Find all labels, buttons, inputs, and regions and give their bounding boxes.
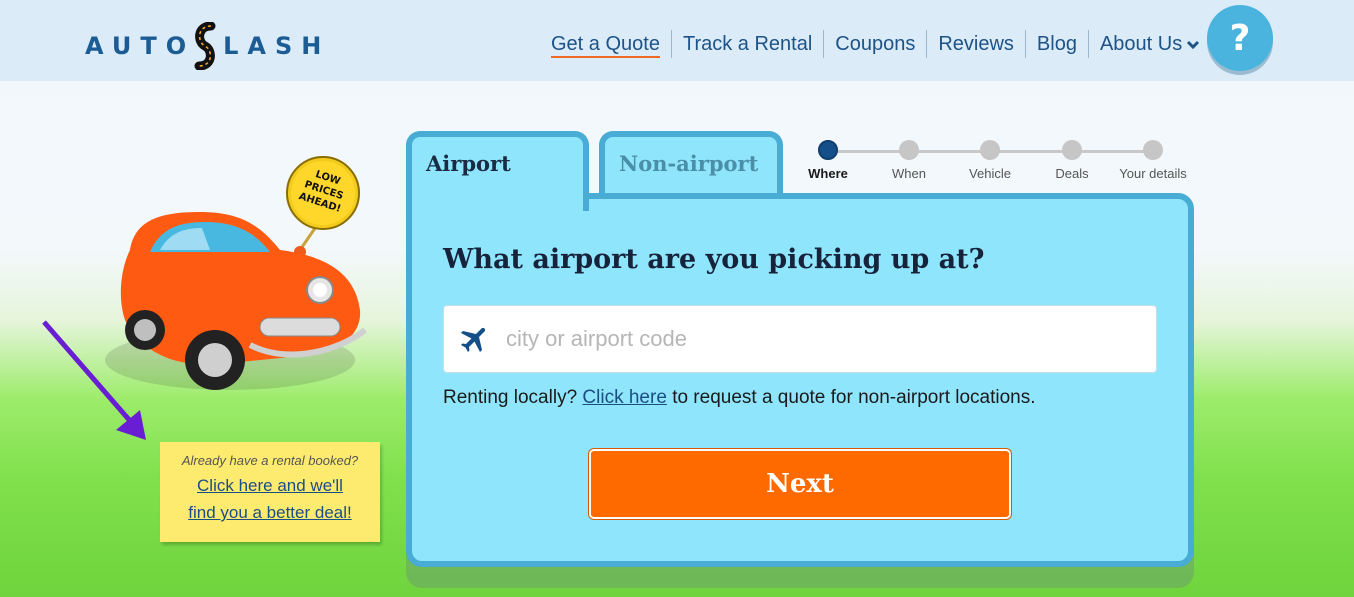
nav-label: About Us [1099,33,1183,55]
nav-coupons[interactable]: Coupons [824,30,928,58]
nav-get-a-quote[interactable]: Get a Quote [540,30,672,58]
step-when: When [869,140,949,181]
airplane-icon [460,327,486,353]
step-label: Deals [1055,166,1089,181]
chevron-down-icon [1187,40,1200,49]
better-deal-note: Already have a rental booked? Click here… [160,442,380,542]
nav-label: Get a Quote [551,33,660,58]
better-deal-link[interactable]: Click here and we'll find you a better d… [160,472,380,526]
step-dot [818,140,838,160]
step-dot [1062,140,1082,160]
step-your-details: Your details [1113,140,1193,181]
main-nav: Get a Quote Track a Rental Coupons Revie… [540,29,1211,59]
step-vehicle: Vehicle [950,140,1030,181]
step-where: Where [788,140,868,181]
step-label: Where [808,166,848,181]
airport-search-input[interactable] [506,326,1106,352]
nav-label: Reviews [938,33,1014,55]
step-deals: Deals [1032,140,1112,181]
site-header: AUTO LASH Get a Quote Track a Rental Cou… [0,0,1354,81]
nav-label: Blog [1036,33,1077,55]
road-s-logo-icon [194,22,216,70]
logo-text-left: AUTO [85,32,196,60]
help-button[interactable]: ? [1207,5,1273,71]
step-dot [899,140,919,160]
link-line-2: find you a better deal! [188,503,352,522]
link-line-1: Click here and we'll [197,476,343,495]
renting-locally-suffix: to request a quote for non-airport locat… [672,387,1036,408]
airport-search-field[interactable] [443,305,1157,373]
autoslash-logo[interactable]: AUTO LASH [85,22,330,70]
airport-question-heading: What airport are you picking up at? [443,244,985,275]
nav-reviews[interactable]: Reviews [927,30,1026,58]
step-label: Vehicle [969,166,1011,181]
arrow-pointer-icon [42,320,146,440]
step-dot [1143,140,1163,160]
nav-label: Coupons [835,33,916,55]
tab-non-airport[interactable]: Non-airport [599,131,783,195]
logo-text-right: LASH [223,32,331,60]
nav-about-us[interactable]: About Us [1089,30,1211,58]
renting-locally-text: Renting locally? Click here to request a… [443,387,1036,409]
rental-booked-question: Already have a rental booked? [181,453,359,468]
step-label: When [892,166,926,181]
nav-track-a-rental[interactable]: Track a Rental [672,30,825,58]
step-label: Your details [1119,166,1187,181]
nav-label: Track a Rental [682,33,813,55]
step-dot [980,140,1000,160]
question-mark-icon: ? [1229,17,1251,59]
next-button[interactable]: Next [589,449,1011,519]
renting-locally-prefix: Renting locally? [443,387,578,408]
progress-steps: Where When Vehicle Deals Your details [798,140,1194,185]
nav-blog[interactable]: Blog [1026,30,1089,58]
non-airport-click-here-link[interactable]: Click here [582,387,666,408]
tab-airport[interactable]: Airport [406,131,589,211]
